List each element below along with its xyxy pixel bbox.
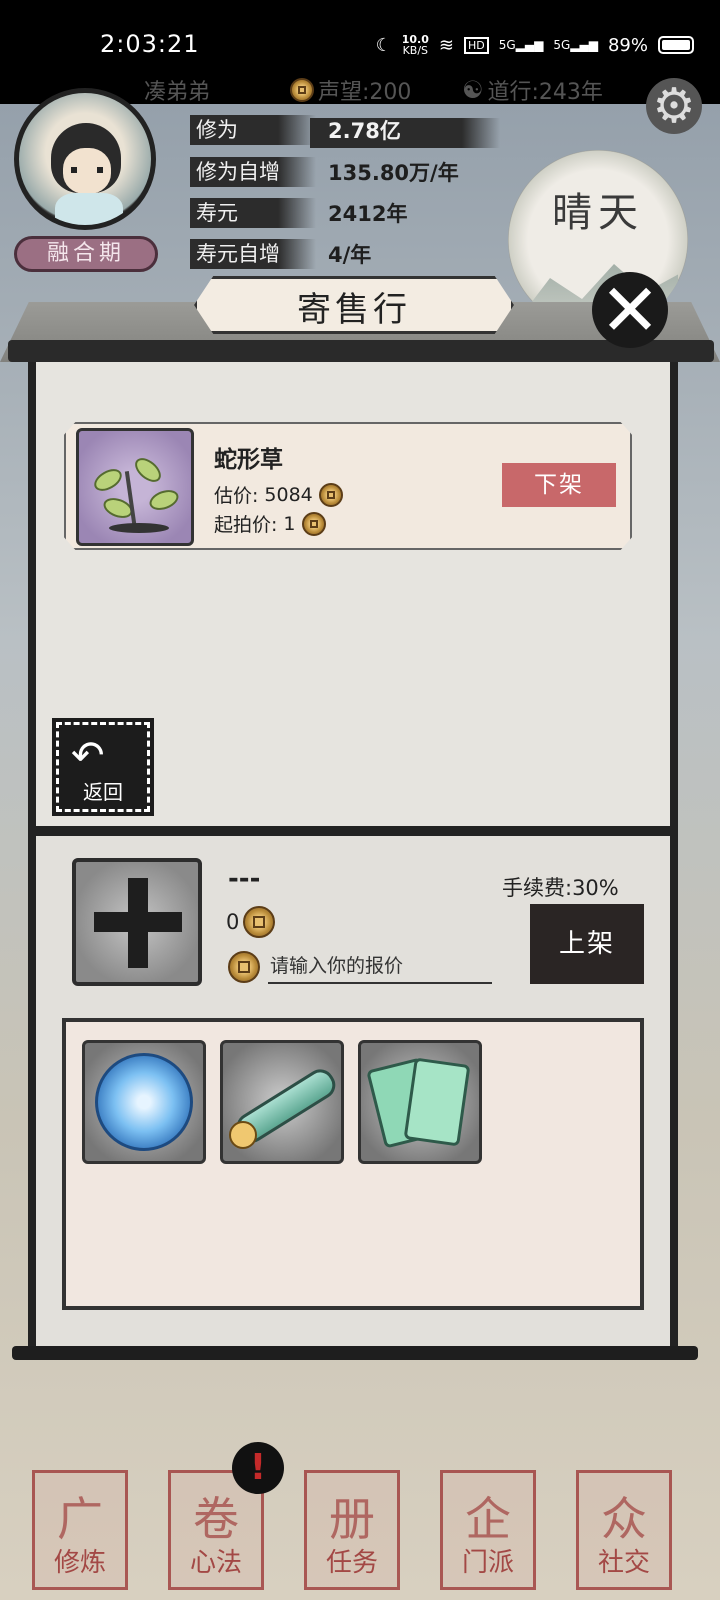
cultivate-icon: ⼴ [57, 1492, 103, 1546]
quests-icon: 册 [329, 1492, 375, 1546]
panel-base [12, 1346, 698, 1360]
nav-label: 社交 [597, 1548, 650, 1578]
back-button[interactable]: ↶ 返回 [52, 718, 154, 816]
stat-row-xiuwei-growth: 修为自增 135.80万/年 [190, 154, 459, 190]
signal-icon-1: 5G▂▄▆ [498, 38, 544, 52]
coin-icon [318, 482, 343, 507]
estimate-value: 5084 [264, 483, 313, 506]
amount-value: 0 [226, 910, 240, 934]
add-item-slot[interactable] [72, 858, 202, 986]
stat-label: 修为 [190, 115, 316, 145]
list-item-button[interactable]: 上架 [530, 904, 644, 984]
inventory-grid [62, 1018, 644, 1310]
nav-sect[interactable]: 企 门派 [440, 1470, 536, 1590]
avatar[interactable] [14, 88, 156, 230]
coin-icon [243, 906, 276, 938]
signal-icon-2: 5G▂▄▆ [553, 38, 598, 52]
player-name: 凑弟弟 [144, 80, 211, 105]
moon-icon: ☾ [375, 34, 392, 56]
techniques-icon: 卷 [193, 1492, 239, 1546]
sect-icon: 企 [465, 1492, 511, 1546]
delist-button[interactable]: 下架 [502, 463, 616, 507]
start-price-label: 起拍价: [214, 514, 278, 536]
dialog-title: 寄售行 [297, 290, 411, 330]
inventory-slot-spirit-orb[interactable] [82, 1040, 206, 1164]
stat-value: 135.80万/年 [328, 161, 459, 185]
status-time: 2:03:21 [100, 30, 200, 58]
stat-row-lifespan-growth: 寿元自增 4/年 [190, 236, 371, 272]
back-arrow-icon: ↶ [71, 733, 105, 779]
inventory-slot-jade-cards[interactable] [358, 1040, 482, 1164]
stat-row-lifespan: 寿元 2412年 [190, 195, 407, 231]
fame-display: 声望:200 [290, 74, 411, 106]
stat-value: 4/年 [328, 243, 372, 267]
nav-social[interactable]: 众 社交 [576, 1470, 672, 1590]
stat-row-xiuwei: 修为 2.78亿 [190, 112, 401, 148]
listing-estimate: 估价: 5084 [214, 481, 343, 508]
fee-label: 手续费:30% [502, 876, 619, 900]
close-button[interactable]: ✕ [592, 272, 668, 348]
nav-label: 修炼 [53, 1548, 106, 1578]
nav-label: 心法 [189, 1548, 242, 1578]
hd-badge: HD [463, 36, 489, 54]
spirit-orb-icon [95, 1053, 193, 1151]
nav-quests[interactable]: 册 任务 [304, 1470, 400, 1590]
battery-icon [658, 36, 694, 54]
settings-gear-icon[interactable]: ⚙ [646, 78, 702, 134]
amount-display: 0 [226, 906, 276, 938]
estimate-label: 估价: [214, 485, 259, 507]
stat-value: 2.78亿 [328, 119, 401, 143]
coin-icon [228, 951, 260, 983]
snake-grass-icon [76, 428, 194, 546]
nav-label: 门派 [461, 1548, 514, 1578]
weather-text: 晴天 [552, 190, 644, 236]
fame-value: 声望:200 [318, 80, 412, 105]
dao-display: ☯ 道行:243年 [462, 74, 603, 106]
stat-label: 寿元 [190, 198, 316, 228]
listing-item-name: 蛇形草 [214, 447, 283, 473]
coin-icon [301, 511, 326, 536]
start-price-value: 1 [283, 512, 296, 535]
battery-percent: 89% [607, 34, 648, 56]
listing-start-price: 起拍价: 1 [214, 510, 326, 537]
back-label: 返回 [83, 780, 123, 804]
stat-label: 修为自增 [190, 157, 316, 187]
wifi-icon: ≋ [438, 34, 454, 56]
panel-divider [28, 826, 678, 836]
price-input-row [228, 950, 492, 984]
bottom-nav: ⼴ 修炼 卷 心法 册 任务 企 门派 众 社交 [0, 1464, 720, 1600]
dao-value: 道行:243年 [487, 80, 603, 105]
inventory-slot-scroll[interactable] [220, 1040, 344, 1164]
yin-yang-icon: ☯ [462, 76, 484, 104]
realm-badge: 融合期 [14, 236, 158, 272]
alert-badge-icon: ! [232, 1442, 284, 1494]
status-icons: ☾ 10.0 KB/S ≋ HD 5G▂▄▆ 5G▂▄▆ 89% [376, 34, 694, 56]
price-input[interactable] [268, 950, 492, 984]
fame-icon [290, 78, 314, 102]
selected-item-name: --- [228, 864, 261, 894]
net-speed: 10.0 KB/S [401, 33, 429, 57]
social-icon: 众 [601, 1492, 647, 1546]
stat-value: 2412年 [328, 202, 408, 226]
nav-label: 任务 [325, 1548, 378, 1578]
stat-label: 寿元自增 [190, 239, 316, 269]
nav-cultivate[interactable]: ⼴ 修炼 [32, 1470, 128, 1590]
